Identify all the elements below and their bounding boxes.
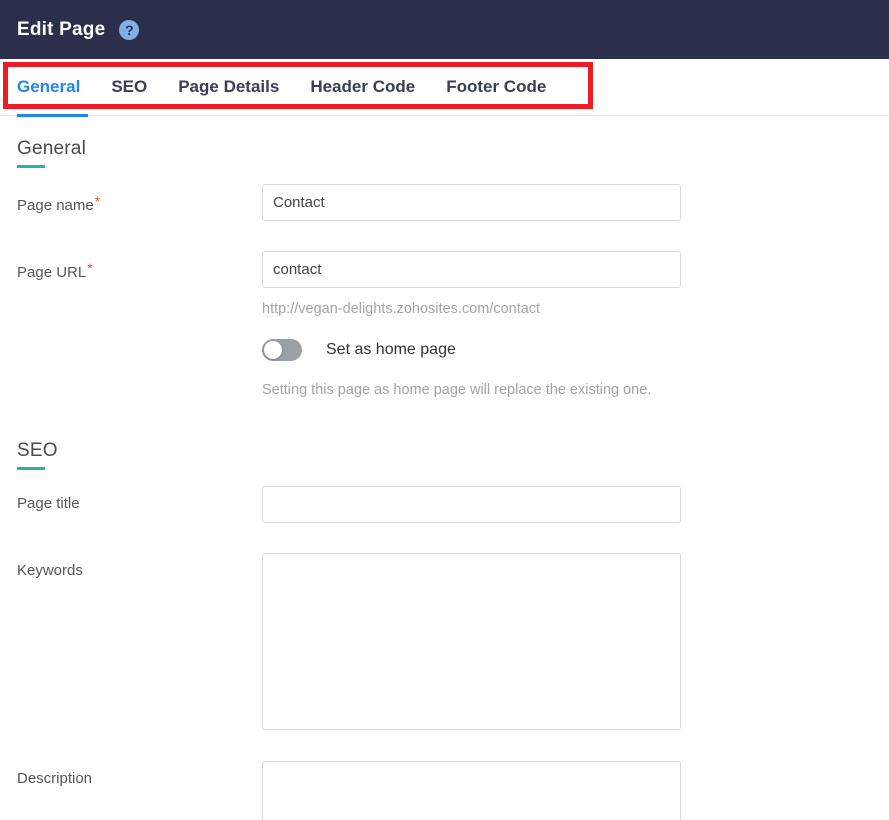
help-icon[interactable]: ? <box>119 19 140 40</box>
home-page-toggle-label: Set as home page <box>326 341 456 358</box>
page-url-preview: http://vegan-delights.zohosites.com/cont… <box>262 301 541 317</box>
page-url-input[interactable] <box>262 251 681 288</box>
tab-list: General SEO Page Details Header Code Foo… <box>0 59 889 115</box>
keywords-textarea[interactable] <box>262 553 681 730</box>
tab-seo[interactable]: SEO <box>111 77 147 97</box>
section-heading-seo: SEO <box>17 440 58 461</box>
active-tab-indicator <box>17 114 88 117</box>
section-general: General <box>17 138 889 168</box>
required-asterisk: * <box>87 260 93 276</box>
page-url-row: Page URL* <box>17 251 889 288</box>
form-content: General Page name* Page URL* http://vega… <box>0 138 889 820</box>
section-seo: SEO <box>17 440 889 470</box>
home-page-toggle-row: Set as home page <box>262 339 889 361</box>
dialog-header: Edit Page ? <box>0 0 889 59</box>
keywords-label: Keywords <box>17 562 83 579</box>
description-label: Description <box>17 770 93 787</box>
required-asterisk: * <box>94 193 101 209</box>
tab-bar: General SEO Page Details Header Code Foo… <box>0 59 889 117</box>
tab-general[interactable]: General <box>17 77 80 97</box>
page-title-input[interactable] <box>262 486 681 523</box>
page-title: Edit Page <box>17 18 106 40</box>
tab-footer-code[interactable]: Footer Code <box>446 77 546 97</box>
page-name-input[interactable] <box>262 184 681 221</box>
section-underline <box>17 467 45 470</box>
description-row: Description <box>17 761 889 820</box>
keywords-row: Keywords <box>17 553 889 730</box>
section-heading-general: General <box>17 138 86 159</box>
page-name-row: Page name* <box>17 184 889 221</box>
tab-header-code[interactable]: Header Code <box>310 77 415 97</box>
page-title-row: Page title <box>17 486 889 523</box>
home-page-toggle[interactable] <box>262 339 302 361</box>
page-title-label: Page title <box>17 495 80 512</box>
page-name-label: Page name* <box>17 193 101 214</box>
toggle-knob-icon <box>264 341 282 359</box>
page-url-label: Page URL* <box>17 260 93 281</box>
tab-page-details[interactable]: Page Details <box>178 77 279 97</box>
section-underline <box>17 165 45 168</box>
description-textarea[interactable] <box>262 761 681 820</box>
home-page-helper-text: Setting this page as home page will repl… <box>262 382 652 398</box>
